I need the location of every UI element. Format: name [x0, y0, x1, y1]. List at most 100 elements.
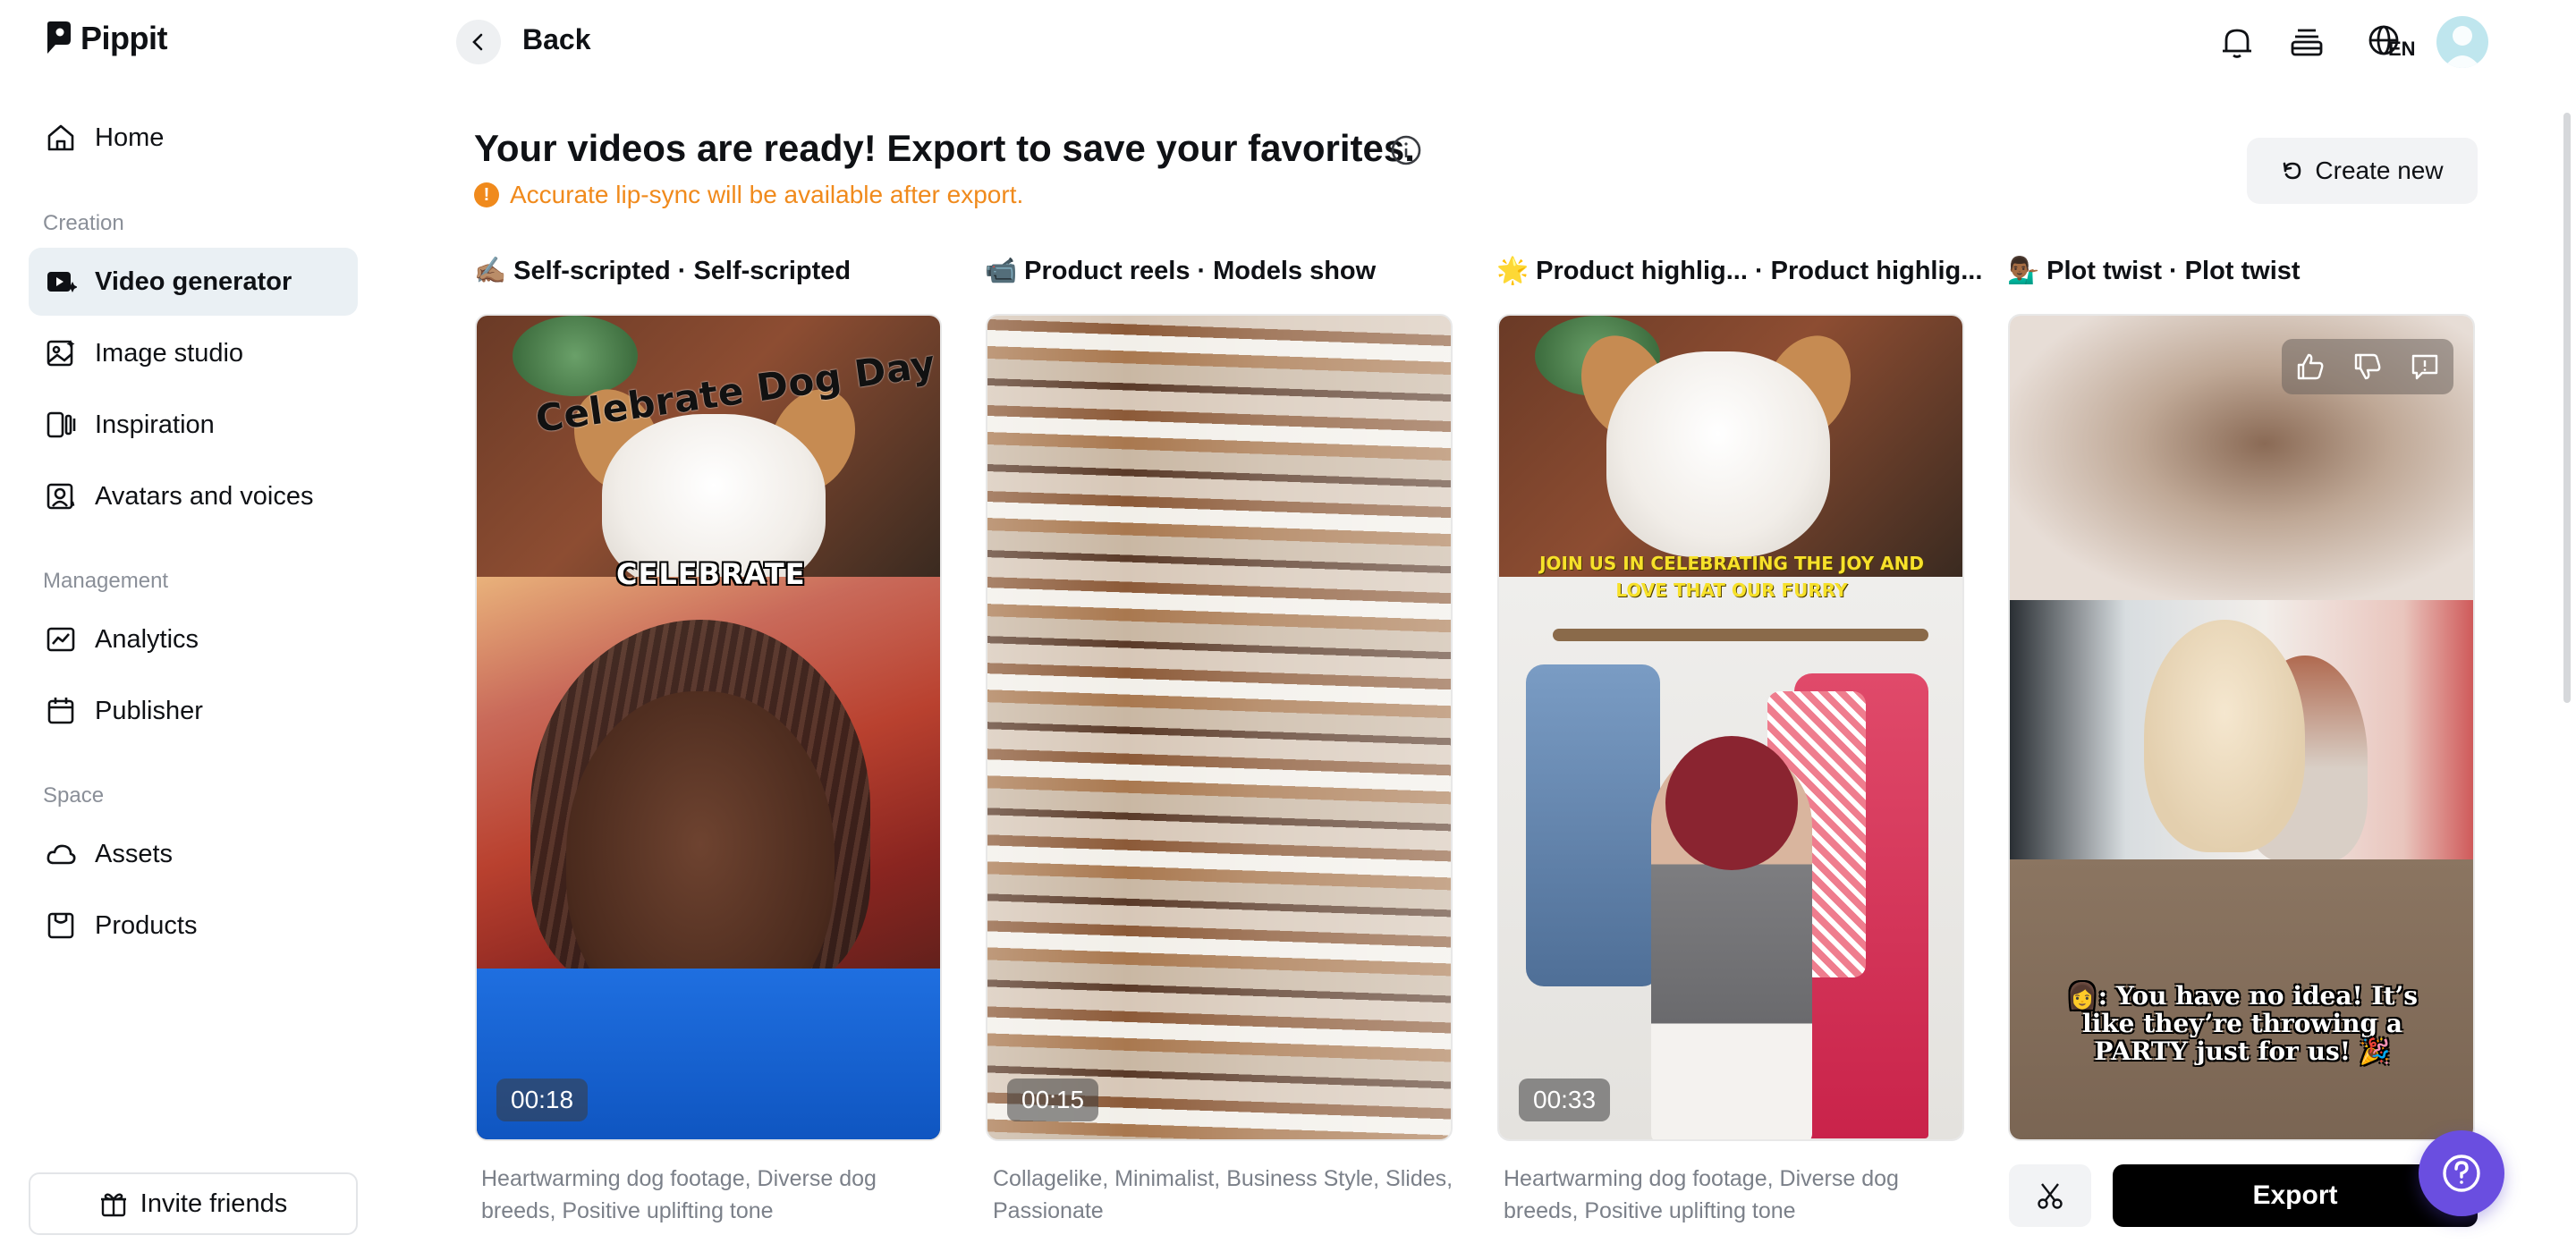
denim-jacket — [1526, 664, 1660, 986]
avatar-voice-icon — [47, 483, 75, 510]
card-4-style: Plot twist — [2184, 256, 2301, 285]
language-code: EN — [2388, 38, 2416, 60]
card-2-emoji: 📹 — [985, 257, 1018, 285]
card-3-separator: · — [1754, 256, 1764, 285]
gift-icon — [100, 1193, 126, 1217]
chevron-left-icon — [472, 33, 483, 51]
card-4-emoji: 💁🏾‍♂️ — [2007, 257, 2040, 285]
thumbs-down-icon[interactable] — [2352, 351, 2383, 382]
sidebar-item-label: Products — [95, 910, 198, 940]
duration-badge: 00:15 — [1007, 1079, 1099, 1121]
card-1-title: ✍🏽 Self-scripted · Self-scripted — [474, 256, 851, 286]
info-icon[interactable] — [1390, 134, 1422, 166]
create-new-label: Create new — [2315, 156, 2444, 184]
app-logo[interactable]: Pippit — [45, 20, 167, 57]
video-card-3[interactable]: JOIN US IN CELEBRATING THE JOY AND LOVE … — [1497, 314, 1964, 1141]
warning-icon: ! — [474, 182, 499, 207]
dog-image — [2144, 620, 2305, 852]
image-studio-icon — [47, 340, 75, 367]
notice-text: Accurate lip-sync will be available afte… — [510, 181, 1024, 208]
card-3-style: Product highlig... — [1770, 256, 1983, 285]
sidebar-item-publisher[interactable]: Publisher — [29, 677, 358, 745]
avatar[interactable] — [2436, 16, 2488, 68]
help-icon — [2443, 1155, 2480, 1192]
sidebar-item-label: Assets — [95, 839, 174, 868]
create-new-button[interactable]: Create new — [2247, 138, 2478, 204]
back-label[interactable]: Back — [522, 23, 591, 56]
cloud-icon — [47, 844, 76, 865]
sidebar-item-home[interactable]: Home — [29, 104, 358, 172]
card-1-template: Self-scripted — [513, 256, 671, 285]
card-3-template: Product highlig... — [1536, 256, 1748, 285]
card-3-title: 🌟 Product highlig... · Product highlig..… — [1496, 256, 1982, 286]
feedback-toolbar — [2282, 339, 2453, 394]
sidebar-item-image-studio[interactable]: Image studio — [29, 319, 358, 387]
sidebar-item-label: Home — [95, 123, 165, 152]
overlay-caption: 👩: You have no idea! It’s like they’re t… — [2066, 981, 2419, 1066]
blurred-thumbnail — [987, 316, 1451, 1139]
card-1-emoji: ✍🏽 — [474, 257, 507, 285]
thumbs-up-icon[interactable] — [2295, 351, 2326, 382]
card-4-title: 💁🏾‍♂️ Plot twist · Plot twist — [2007, 256, 2301, 286]
scrollbar[interactable] — [2563, 113, 2571, 703]
page-title: Your videos are ready! Export to save yo… — [474, 127, 1415, 169]
refresh-icon — [2284, 162, 2301, 180]
card-1-description: Heartwarming dog footage, Diverse dog br… — [481, 1166, 877, 1223]
help-button[interactable] — [2419, 1130, 2504, 1216]
card-1-style: Self-scripted — [693, 256, 852, 285]
sidebar-item-label: Publisher — [95, 696, 203, 725]
section-creation: Creation — [43, 211, 124, 235]
pippit-logo-icon — [47, 21, 71, 54]
notification-button[interactable] — [2215, 20, 2259, 64]
sidebar-item-label: Analytics — [95, 624, 199, 654]
sidebar-item-products[interactable]: Products — [29, 892, 358, 960]
dog-image — [1606, 351, 1830, 557]
card-3-description: Heartwarming dog footage, Diverse dog br… — [1504, 1166, 1899, 1223]
language-button[interactable]: EN — [2356, 20, 2416, 64]
sidebar-item-label: Image studio — [95, 338, 244, 368]
stack-button[interactable] — [2284, 20, 2329, 64]
lip-sync-notice: ! Accurate lip-sync will be available af… — [474, 181, 1023, 209]
sidebar-item-avatars-voices[interactable]: Avatars and voices — [29, 462, 358, 530]
scissors-icon — [2038, 1183, 2063, 1209]
sidebar-item-assets[interactable]: Assets — [29, 820, 358, 888]
card-2-template: Product reels — [1024, 256, 1191, 285]
overlay-subtitle: CELEBRATE — [616, 557, 806, 591]
back-button[interactable] — [456, 20, 501, 64]
sidebar-item-label: Inspiration — [95, 410, 215, 439]
sidebar-item-label: Avatars and voices — [95, 481, 314, 511]
app-name: Pippit — [80, 20, 167, 56]
card-2-title: 📹 Product reels · Models show — [985, 256, 1376, 286]
section-management: Management — [43, 569, 169, 593]
edit-cut-button[interactable] — [2009, 1164, 2091, 1227]
video-card-1[interactable]: Celebrate Dog Day CELEBRATE 00:18 — [475, 314, 942, 1141]
calendar-icon — [47, 698, 74, 724]
analytics-icon — [47, 627, 75, 652]
duration-badge: 00:33 — [1519, 1079, 1611, 1121]
section-space: Space — [43, 783, 105, 808]
card-4-template: Plot twist — [2046, 256, 2162, 285]
bell-icon — [2223, 29, 2251, 58]
clothes-rod — [1553, 629, 1928, 641]
invite-friends-button[interactable]: Invite friends — [29, 1172, 358, 1235]
sidebar: Pippit Home Creation Video generator Ima… — [0, 0, 386, 1252]
layers-icon — [2291, 29, 2323, 56]
sidebar-item-label: Video generator — [95, 266, 292, 296]
model-hair — [1665, 736, 1798, 870]
card-2-description: Collagelike, Minimalist, Business Style,… — [993, 1166, 1453, 1223]
sidebar-item-analytics[interactable]: Analytics — [29, 605, 358, 673]
user-avatar-icon — [2444, 26, 2481, 68]
inspiration-icon — [47, 411, 76, 438]
card-2-separator: · — [1197, 256, 1207, 285]
product-box-icon — [47, 912, 74, 939]
video-card-2[interactable]: 00:15 — [986, 314, 1453, 1141]
video-card-4[interactable]: 👩: You have no idea! It’s like they’re t… — [2008, 314, 2475, 1141]
overlay-caption: JOIN US IN CELEBRATING THE JOY AND LOVE … — [1539, 553, 1924, 601]
card-3-emoji: 🌟 — [1496, 257, 1530, 285]
home-icon — [47, 124, 74, 151]
report-icon[interactable] — [2410, 351, 2440, 382]
sidebar-item-video-generator[interactable]: Video generator — [29, 248, 358, 316]
plant-image — [513, 316, 638, 396]
sidebar-item-inspiration[interactable]: Inspiration — [29, 391, 358, 459]
card-1-separator: · — [677, 256, 687, 285]
